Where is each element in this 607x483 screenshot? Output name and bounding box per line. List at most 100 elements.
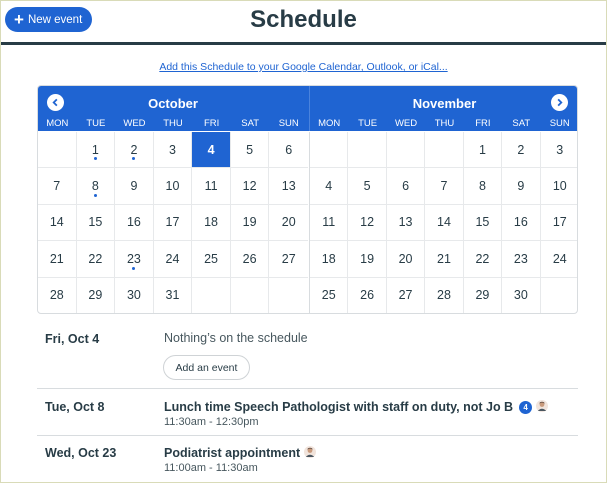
day-number: 28: [49, 288, 64, 303]
day-cell[interactable]: 23: [115, 241, 154, 278]
day-number: 5: [246, 142, 254, 157]
day-cell[interactable]: 13: [386, 204, 426, 242]
day-cell[interactable]: 26: [348, 277, 387, 313]
day-cell[interactable]: 2: [115, 132, 154, 169]
day-cell[interactable]: 3: [153, 132, 193, 169]
chevron-right-icon[interactable]: [551, 94, 568, 111]
day-cell[interactable]: 8: [463, 168, 503, 205]
day-cell[interactable]: 18: [310, 241, 349, 278]
day-cell[interactable]: 28: [425, 277, 464, 313]
day-cell[interactable]: 24: [540, 241, 577, 278]
day-number: 13: [398, 215, 413, 230]
day-cell[interactable]: 20: [386, 241, 426, 278]
agenda-list: Fri, Oct 4 Nothing’s on the schedule Add…: [37, 324, 578, 483]
agenda-event-row[interactable]: Wed, Oct 23 Podiatrist appointment 11:00…: [37, 436, 578, 483]
day-number: 26: [242, 251, 257, 266]
day-cell[interactable]: 24: [153, 241, 193, 278]
day-number: 1: [91, 142, 99, 157]
day-cell[interactable]: 16: [115, 204, 154, 242]
day-cell[interactable]: 9: [502, 168, 541, 205]
day-cell[interactable]: 30: [115, 277, 154, 313]
day-cell[interactable]: 1: [76, 132, 116, 169]
subscribe-calendar-link[interactable]: Add this Schedule to your Google Calenda…: [1, 61, 606, 73]
day-cell[interactable]: 3: [540, 132, 577, 169]
day-number: 29: [88, 288, 103, 303]
day-cell[interactable]: 14: [38, 204, 77, 242]
day-cell[interactable]: 4: [192, 132, 231, 169]
day-number: 27: [398, 288, 413, 303]
event-title-line[interactable]: Lunch time Speech Pathologist with staff…: [164, 400, 549, 414]
day-number: 31: [165, 288, 180, 303]
day-cell[interactable]: 7: [38, 168, 77, 205]
day-cell[interactable]: 28: [38, 277, 77, 313]
day-cell[interactable]: 2: [502, 132, 541, 169]
day-cell[interactable]: 14: [425, 204, 464, 242]
day-cell[interactable]: 10: [153, 168, 193, 205]
day-cell[interactable]: 4: [310, 168, 349, 205]
event-indicator-dot: [132, 157, 136, 161]
agenda-event-row[interactable]: Tue, Oct 8 Lunch time Speech Pathologist…: [37, 389, 578, 436]
day-cell[interactable]: 29: [463, 277, 503, 313]
month-header-november: November MON TUE WED THU FRI SAT SUN: [309, 86, 577, 131]
day-cell[interactable]: 16: [502, 204, 541, 242]
day-cell[interactable]: 27: [386, 277, 426, 313]
day-number: 17: [165, 215, 180, 230]
day-cell[interactable]: 22: [76, 241, 116, 278]
day-cell[interactable]: 27: [269, 241, 308, 278]
day-cell[interactable]: 31: [153, 277, 193, 313]
day-number: 5: [363, 179, 371, 194]
weekday-label: SUN: [278, 118, 299, 129]
day-cell[interactable]: 22: [463, 241, 503, 278]
day-number: 12: [242, 179, 257, 194]
day-cell[interactable]: 13: [269, 168, 308, 205]
day-cell[interactable]: 1: [463, 132, 503, 169]
weekday-label: SUN: [549, 118, 570, 129]
day-cell[interactable]: 8: [76, 168, 116, 205]
event-title-line[interactable]: Podiatrist appointment: [164, 446, 317, 460]
day-cell[interactable]: 25: [192, 241, 231, 278]
day-cell[interactable]: 19: [348, 241, 387, 278]
day-cell[interactable]: 6: [386, 168, 426, 205]
weekday-label: MON: [46, 118, 69, 129]
chevron-left-icon[interactable]: [47, 94, 64, 111]
day-number: 6: [402, 179, 410, 194]
event-indicator-dot: [132, 266, 136, 270]
day-cell[interactable]: 7: [425, 168, 464, 205]
event-title: Podiatrist appointment: [164, 446, 301, 460]
day-cell[interactable]: 29: [76, 277, 116, 313]
day-cell[interactable]: 11: [192, 168, 231, 205]
add-event-button[interactable]: Add an event: [163, 355, 250, 380]
day-cell[interactable]: 30: [502, 277, 541, 313]
day-cell[interactable]: 23: [502, 241, 541, 278]
day-cell[interactable]: 25: [310, 277, 349, 313]
day-cell[interactable]: 17: [540, 205, 577, 242]
day-cell[interactable]: 17: [153, 204, 193, 242]
day-number: 2: [517, 142, 525, 157]
day-number: 14: [437, 215, 451, 230]
day-cell[interactable]: 9: [115, 168, 154, 205]
day-number: 24: [552, 251, 567, 266]
day-number: 2: [130, 142, 138, 157]
day-cell[interactable]: 10: [540, 168, 577, 205]
day-cell[interactable]: 21: [38, 241, 77, 278]
day-cell[interactable]: 21: [425, 241, 464, 278]
day-cell[interactable]: 5: [230, 132, 270, 169]
day-cell[interactable]: 15: [76, 204, 116, 242]
day-cell[interactable]: 6: [269, 132, 308, 169]
day-cell[interactable]: 20: [269, 205, 308, 242]
day-cell[interactable]: 12: [230, 168, 270, 205]
empty-day-cell: [38, 132, 77, 169]
month-grid-november: 1 2 3 4 5 6 7 8 9 10 11 12 13 14 15 16 17 18 19 20 21 22 23 24 2…: [309, 132, 577, 313]
day-cell[interactable]: 5: [348, 168, 387, 205]
day-cell[interactable]: 18: [192, 204, 231, 242]
day-number: 18: [204, 215, 219, 230]
day-number: 7: [440, 179, 448, 194]
day-cell[interactable]: 19: [230, 204, 270, 242]
day-cell[interactable]: 15: [463, 204, 503, 242]
day-number: 19: [360, 251, 375, 266]
day-number: 22: [475, 251, 490, 266]
day-cell[interactable]: 12: [348, 204, 387, 242]
day-cell[interactable]: 26: [230, 241, 270, 278]
day-number: 4: [207, 142, 215, 157]
day-cell[interactable]: 11: [310, 204, 349, 242]
